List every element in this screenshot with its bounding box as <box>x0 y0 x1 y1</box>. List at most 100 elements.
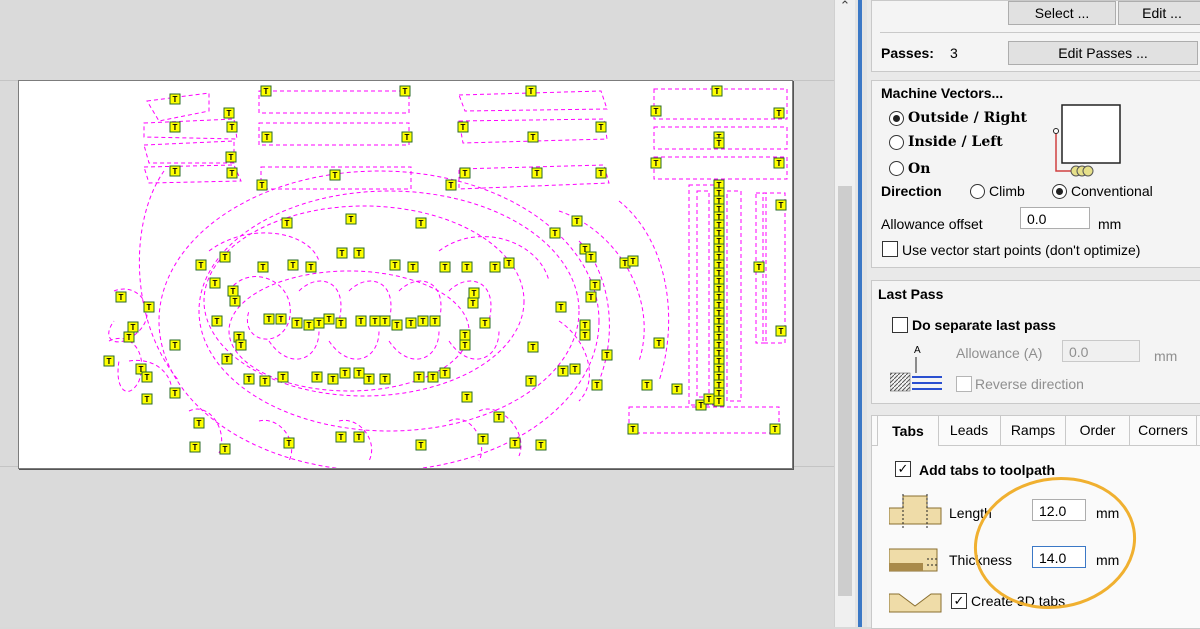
machine-vectors-group: Machine Vectors... Outside / Right Insid… <box>871 80 1200 268</box>
tab-marker-glyph: T <box>173 95 178 104</box>
canvas-vertical-scrollbar[interactable]: ⌃ <box>834 0 855 627</box>
tab-marker-glyph: T <box>173 167 178 176</box>
tab-marker-glyph: T <box>281 373 286 382</box>
tab-marker-glyph: T <box>493 263 498 272</box>
reverse-direction-checkbox[interactable] <box>956 376 972 392</box>
tab-marker-glyph: T <box>535 169 540 178</box>
tab-marker-glyph: T <box>359 317 364 326</box>
machine-vectors-title: Machine Vectors... <box>881 85 1004 101</box>
tab-marker-glyph: T <box>223 253 228 262</box>
tab-marker-glyph: T <box>265 133 270 142</box>
tab-marker-glyph: T <box>471 299 476 308</box>
allowance-offset-input[interactable]: 0.0 <box>1020 207 1090 229</box>
tab-marker-glyph: T <box>513 439 518 448</box>
tab-marker-glyph: T <box>409 319 414 328</box>
tab-marker-glyph: T <box>481 435 486 444</box>
tab-marker-glyph: T <box>315 373 320 382</box>
scrollbar-thumb[interactable] <box>838 186 852 596</box>
tab-marker-glyph: T <box>225 355 230 364</box>
tab-marker-glyph: T <box>553 229 558 238</box>
select-tool-button[interactable]: Select ... <box>1008 1 1116 25</box>
use-vector-start-points-checkbox[interactable] <box>882 241 898 257</box>
tab-marker-glyph: T <box>197 419 202 428</box>
tab-marker-glyph: T <box>463 341 468 350</box>
conventional-label: Conventional <box>1071 183 1153 199</box>
tab-marker-glyph: T <box>777 109 782 118</box>
toolpath-settings-panel: Select ... Edit ... Passes: 3 Edit Passe… <box>867 0 1200 629</box>
tab-marker-glyph: T <box>561 367 566 376</box>
on-label: On <box>908 161 931 177</box>
tab-marker-glyph: T <box>717 397 722 406</box>
tab-marker-glyph: T <box>339 433 344 442</box>
tab-marker-glyph: T <box>657 339 662 348</box>
tab-marker-glyph: T <box>443 263 448 272</box>
tab-marker-glyph: T <box>227 109 232 118</box>
tab-marker-glyph: T <box>465 393 470 402</box>
tab-marker-glyph: T <box>699 401 704 410</box>
last-pass-allowance-input[interactable]: 0.0 <box>1062 340 1140 362</box>
tab-marker-glyph: T <box>264 87 269 96</box>
tab-marker-glyph: T <box>779 201 784 210</box>
passes-label: Passes: <box>881 45 934 61</box>
tab-marker-glyph: T <box>357 433 362 442</box>
edit-tool-button[interactable]: Edit ... <box>1118 1 1200 25</box>
scroll-up-arrow-icon[interactable]: ⌃ <box>837 0 853 14</box>
tab-marker-glyph: T <box>583 331 588 340</box>
tab-marker-glyph: T <box>631 425 636 434</box>
tab-marker-glyph: T <box>145 373 150 382</box>
edit-passes-button[interactable]: Edit Passes ... <box>1008 41 1198 65</box>
tab-marker-glyph: T <box>193 443 198 452</box>
tab-marker-glyph: T <box>595 381 600 390</box>
inside-left-radio[interactable] <box>889 135 904 150</box>
tab-marker-glyph: T <box>483 319 488 328</box>
outside-right-radio[interactable] <box>889 111 904 126</box>
tab-marker-glyph: T <box>593 281 598 290</box>
on-radio[interactable] <box>889 161 904 176</box>
tab-leads[interactable]: Leads <box>938 415 1001 445</box>
tab-marker-glyph: T <box>367 375 372 384</box>
climb-radio[interactable] <box>970 184 985 199</box>
tab-corners[interactable]: Corners <box>1130 415 1197 445</box>
add-tabs-checkbox[interactable]: ✓ <box>895 461 911 477</box>
tab-marker-glyph: T <box>291 261 296 270</box>
tab-marker-glyph: T <box>675 385 680 394</box>
tab-marker-glyph: T <box>279 315 284 324</box>
create-3d-tabs-checkbox[interactable]: ✓ <box>951 593 967 609</box>
tab-marker-glyph: T <box>247 375 252 384</box>
tab-order[interactable]: Order <box>1066 415 1130 445</box>
conventional-radio[interactable] <box>1052 184 1067 199</box>
tab-marker-glyph: T <box>411 263 416 272</box>
tab-marker-glyph: T <box>461 123 466 132</box>
tab-marker-glyph: T <box>583 321 588 330</box>
last-pass-group: Last Pass Do separate last pass A Allowa… <box>871 280 1200 404</box>
tab-thickness-icon <box>889 548 939 572</box>
tab-marker-glyph: T <box>417 373 422 382</box>
tab-marker-glyph: T <box>605 351 610 360</box>
tab-marker-glyph: T <box>717 139 722 148</box>
material-sheet[interactable]: T T T T T T T T T T T T T T T T T T T T T T T T T T T T T T T T T T T T T T T T… <box>18 80 793 469</box>
tab-marker-glyph: T <box>107 357 112 366</box>
tab-marker-glyph: T <box>589 293 594 302</box>
tab-marker-glyph: T <box>147 303 152 312</box>
tab-marker-glyph: T <box>599 169 604 178</box>
tool-group: Select ... Edit ... Passes: 3 Edit Passe… <box>871 0 1200 72</box>
vector-drawing: T T T T T T T T T T T T T T T T T T T T T T T T T T T T T T T T T T T T T T T T… <box>103 85 788 468</box>
tab-marker-glyph: T <box>393 261 398 270</box>
tab-marker-glyph: T <box>145 395 150 404</box>
tab-tabs[interactable]: Tabs <box>877 415 939 446</box>
design-canvas-area[interactable]: T T T T T T T T T T T T T T T T T T T T T T T T T T T T T T T T T T T T T T T T… <box>0 0 834 627</box>
tab-marker-glyph: T <box>773 425 778 434</box>
tab-marker-glyph: T <box>497 413 502 422</box>
tab-marker-glyph: T <box>419 219 424 228</box>
tab-marker-glyph: T <box>263 377 268 386</box>
tab-marker-glyph: T <box>373 317 378 326</box>
tab-marker-glyph: T <box>654 107 659 116</box>
tab-marker-glyph: T <box>333 171 338 180</box>
do-separate-last-pass-checkbox[interactable] <box>892 317 908 333</box>
tab-marker-glyph: T <box>463 331 468 340</box>
tab-marker-glyph: T <box>707 395 712 404</box>
tab-marker-glyph: T <box>431 373 436 382</box>
tab-marker-glyph: T <box>531 133 536 142</box>
tab-marker-glyph: T <box>215 317 220 326</box>
tab-ramps[interactable]: Ramps <box>1001 415 1066 445</box>
